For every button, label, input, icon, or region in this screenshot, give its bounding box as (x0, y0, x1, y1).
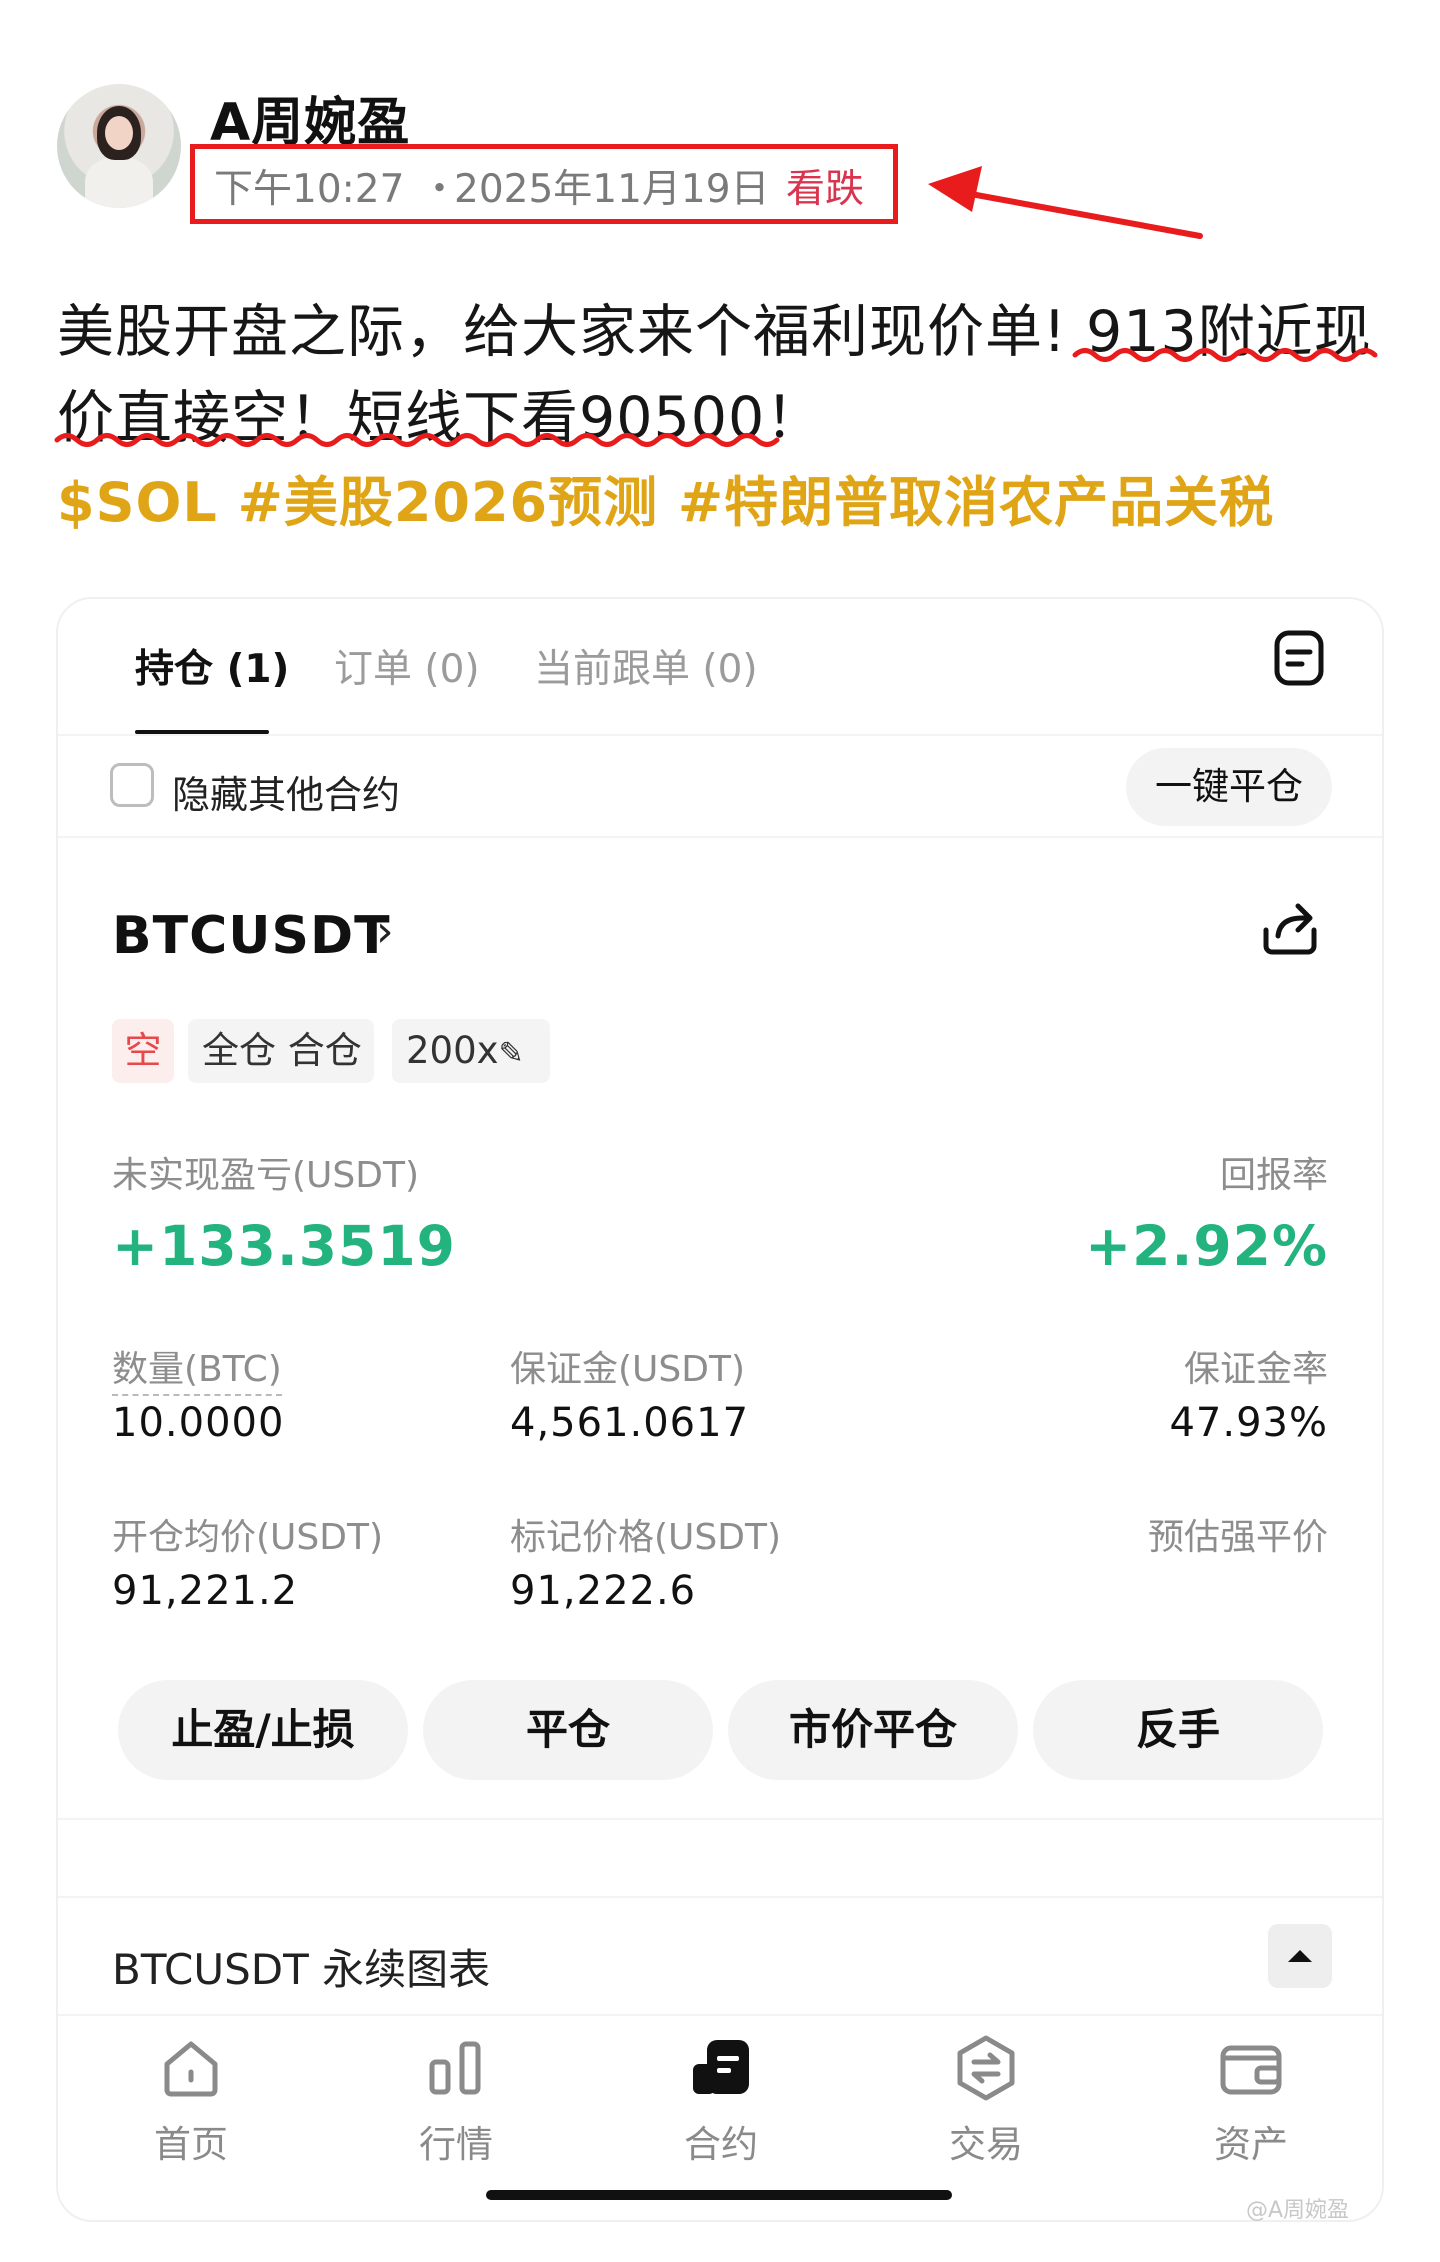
tab-copy-orders[interactable]: 当前跟单 (0) (534, 638, 758, 694)
market-icon (429, 2041, 481, 2095)
nav-trade[interactable]: 交易 (911, 2032, 1061, 2168)
position-symbol[interactable]: BTCUSDT (112, 906, 391, 966)
market-close-button[interactable]: 市价平仓 (728, 1680, 1018, 1780)
nav-futures-label: 合约 (684, 2123, 758, 2166)
divider (58, 1896, 1382, 1898)
qty-label[interactable]: 数量(BTC) (112, 1340, 282, 1396)
home-icon (164, 2041, 218, 2097)
margin-ratio-value: 47.93% (1169, 1400, 1328, 1446)
futures-icon (693, 2040, 749, 2094)
trade-icon (957, 2035, 1015, 2101)
divider (58, 836, 1382, 838)
divider (58, 734, 1382, 736)
roe-value: +2.92% (1085, 1214, 1328, 1278)
close-button[interactable]: 平仓 (423, 1680, 713, 1780)
wallet-icon (1220, 2045, 1282, 2095)
tab-orders[interactable]: 订单 (0) (334, 638, 480, 694)
roe-label: 回报率 (1219, 1155, 1328, 1196)
entry-price-label: 开仓均价(USDT) (112, 1517, 384, 1558)
nav-market[interactable]: 行情 (381, 2032, 531, 2168)
reverse-button[interactable]: 反手 (1033, 1680, 1323, 1780)
leverage-value: 200x (406, 1029, 499, 1072)
home-indicator[interactable] (486, 2190, 952, 2200)
divider (58, 2014, 1382, 2016)
nav-market-label: 行情 (419, 2123, 493, 2166)
nav-trade-label: 交易 (949, 2123, 1023, 2166)
qty-value: 10.0000 (112, 1400, 285, 1446)
document-icon[interactable] (1272, 628, 1328, 688)
collapse-button[interactable] (1268, 1924, 1332, 1988)
hide-other-label: 隐藏其他合约 (172, 773, 401, 817)
liq-price-label: 预估强平价 (1147, 1517, 1328, 1558)
nav-home[interactable]: 首页 (116, 2032, 266, 2168)
entry-price-value: 91,221.2 (112, 1568, 299, 1614)
margin-value: 4,561.0617 (510, 1400, 750, 1446)
margin-ratio-label: 保证金率 (1183, 1349, 1328, 1390)
nav-futures[interactable]: 合约 (646, 2032, 796, 2168)
leverage-badge[interactable]: 200x✎ (392, 1019, 550, 1083)
nav-assets[interactable]: 资产 (1176, 2032, 1326, 2168)
share-icon[interactable] (1258, 896, 1322, 960)
pnl-label: 未实现盈亏(USDT) (112, 1155, 420, 1196)
margin-mode-badge: 全仓 合仓 (188, 1019, 374, 1083)
tab-positions[interactable]: 持仓 (1) (135, 638, 289, 694)
hide-other-checkbox[interactable] (110, 763, 154, 807)
wavy-underline-icon (54, 348, 1378, 447)
watermark: @A周婉盈 (1246, 2198, 1350, 2223)
close-all-button[interactable]: 一键平仓 (1126, 748, 1332, 826)
chart-section-title[interactable]: BTCUSDT 永续图表 (112, 1936, 490, 1997)
edit-icon[interactable]: ✎ (499, 1036, 524, 1071)
nav-home-label: 首页 (154, 2123, 228, 2166)
mark-price-label: 标记价格(USDT) (510, 1517, 782, 1558)
tpsl-button[interactable]: 止盈/止损 (118, 1680, 408, 1780)
margin-label: 保证金(USDT) (510, 1349, 746, 1390)
mark-price-value: 91,222.6 (510, 1568, 697, 1614)
chevron-up-icon (1288, 1950, 1312, 1962)
chevron-right-icon[interactable]: › (376, 906, 394, 957)
nav-assets-label: 资产 (1214, 2123, 1288, 2166)
side-badge: 空 (112, 1019, 174, 1083)
divider (58, 1818, 1382, 1820)
pnl-value: +133.3519 (112, 1214, 456, 1278)
hashtags[interactable]: $SOL #美股2026预测 #特朗普取消农产品关税 (57, 458, 1274, 537)
